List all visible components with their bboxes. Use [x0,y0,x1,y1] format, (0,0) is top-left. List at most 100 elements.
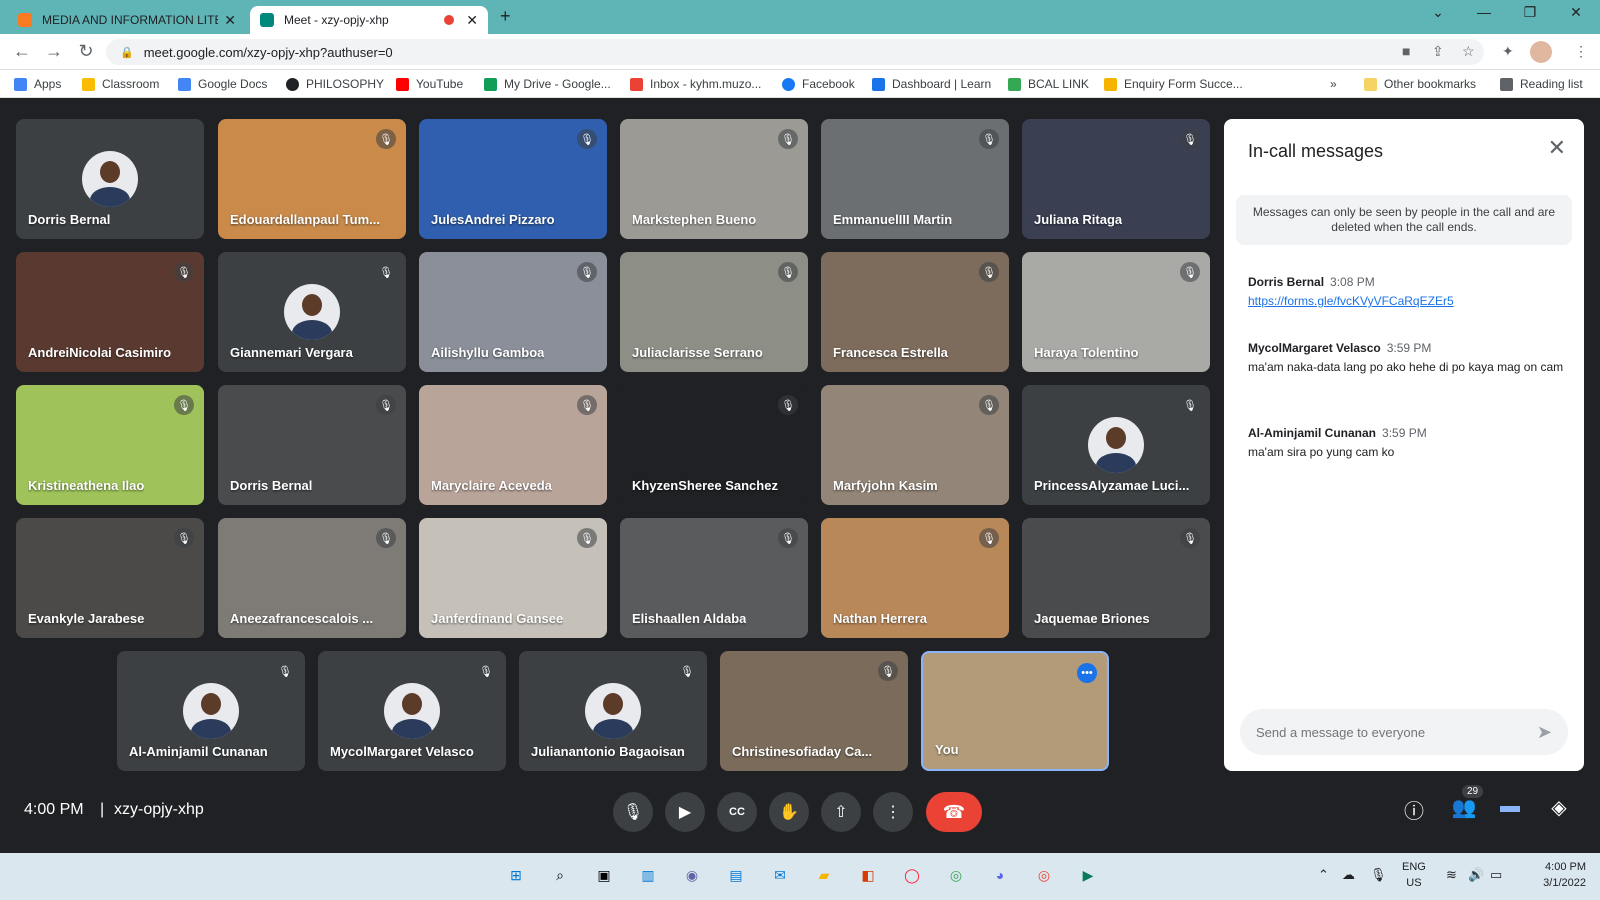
participant-tile[interactable]: 🎙 Janferdinand Gansee [419,518,607,638]
message-link[interactable]: https://forms.gle/fvcKVyVFCaRqEZEr5 [1248,294,1454,308]
reload-icon[interactable]: ↻ [74,41,98,62]
extensions-icon[interactable]: ✦ [1502,43,1514,60]
leave-call-button[interactable]: ☎ [926,792,982,832]
captions-button[interactable]: CC [717,792,757,832]
language-indicator[interactable]: ENG US [1402,859,1426,891]
start-windows-icon[interactable]: ⊞ [504,863,528,887]
raise-hand-button[interactable]: ✋ [769,792,809,832]
tab-meet[interactable]: Meet - xzy-opjy-xhp ✕ [250,6,488,34]
participant-tile[interactable]: 🎙 Juliaclarisse Serrano [620,252,808,372]
tab-media-literacy[interactable]: MEDIA AND INFORMATION LITER ✕ [8,6,246,34]
participant-tile[interactable]: 🎙 AndreiNicolai Casimiro [16,252,204,372]
participant-tile[interactable]: 🎙 Evankyle Jarabese [16,518,204,638]
teams-chat-icon[interactable]: ◉ [680,863,704,887]
present-button[interactable]: ⇧ [821,792,861,832]
office-icon[interactable]: ◧ [856,863,880,887]
task-view-icon[interactable]: ▣ [592,863,616,887]
opera-icon[interactable]: ◯ [900,863,924,887]
participant-tile[interactable]: 🎙 Dorris Bernal [218,385,406,505]
bookmark-bcal-link[interactable]: BCAL LINK [1008,77,1089,91]
system-clock[interactable]: 4:00 PM 3/1/2022 [1543,859,1586,891]
participant-tile[interactable]: 🎙 Maryclaire Aceveda [419,385,607,505]
bookmark-other[interactable]: Other bookmarks [1364,77,1476,91]
more-bookmarks-chevron-icon[interactable]: » [1330,77,1337,91]
bookmark-facebook[interactable]: Facebook [782,77,855,91]
bookmark-philosophy[interactable]: PHILOSOPHY [286,77,384,91]
participant-tile[interactable]: 🎙 Haraya Tolentino [1022,252,1210,372]
participant-tile[interactable]: 🎙 EmmanuelIII Martin [821,119,1009,239]
more-options-icon[interactable]: ••• [1077,663,1097,683]
search-icon[interactable]: ⌕ [548,863,572,887]
participant-tile[interactable]: 🎙 Christinesofiaday Ca... [720,651,908,771]
forward-arrow-icon[interactable]: → [42,41,66,62]
volume-icon[interactable]: 🔊 [1468,867,1484,883]
chrome-icon[interactable]: ◎ [944,863,968,887]
wifi-icon[interactable]: ≋ [1446,867,1457,883]
participant-tile[interactable]: 🎙 Markstephen Bueno [620,119,808,239]
participant-tile[interactable]: 🎙 Juliana Ritaga [1022,119,1210,239]
camera-in-use-icon[interactable]: ■ [1402,43,1410,59]
profile-avatar[interactable] [1530,41,1552,63]
store-icon[interactable]: ▤ [724,863,748,887]
reading-list[interactable]: Reading list [1500,77,1583,91]
onedrive-icon[interactable]: ☁ [1342,867,1355,883]
microphone-button[interactable]: 🎙 [613,792,653,832]
url-field[interactable]: 🔒 meet.google.com/xzy-opjy-xhp?authuser=… [106,39,1484,65]
back-arrow-icon[interactable]: ← [10,41,34,62]
participant-tile[interactable]: 🎙 Francesca Estrella [821,252,1009,372]
participant-tile[interactable]: 🎙 Aneezafrancescalois ... [218,518,406,638]
participant-tile[interactable]: 🎙 Elishaallen Aldaba [620,518,808,638]
terminal-icon[interactable]: ▶ [1076,863,1100,887]
bookmark-my-drive[interactable]: My Drive - Google... [484,77,611,91]
close-panel-icon[interactable]: ✕ [1548,135,1566,161]
bookmark-enquiry-form[interactable]: Enquiry Form Succe... [1104,77,1243,91]
menu-dots-icon[interactable]: ⋮ [1574,43,1588,60]
share-icon[interactable]: ⇪ [1432,43,1444,60]
bookmark-star-icon[interactable]: ☆ [1462,43,1475,60]
minimize-button[interactable]: — [1464,4,1504,20]
bookmark-google-docs[interactable]: Google Docs [178,77,267,91]
mail-icon[interactable]: ✉ [768,863,792,887]
participant-tile[interactable]: 🎙 Kristineathena Ilao [16,385,204,505]
participant-tile[interactable]: 🎙 JulesAndrei Pizzaro [419,119,607,239]
tray-chevron-icon[interactable]: ⌃ [1318,867,1329,883]
widgets-icon[interactable]: ▥ [636,863,660,887]
battery-icon[interactable]: ▭ [1490,867,1502,883]
participant-tile[interactable]: Dorris Bernal [16,119,204,239]
participant-tile[interactable]: 🎙 MycolMargaret Velasco [318,651,506,771]
tab-search-icon[interactable]: ⌄ [1418,4,1458,21]
participant-tile[interactable]: 🎙 Edouardallanpaul Tum... [218,119,406,239]
maximize-button[interactable]: ❐ [1510,4,1550,21]
participant-tile[interactable]: 🎙 Julianantonio Bagaoisan [519,651,707,771]
participant-tile[interactable]: 🎙 Marfyjohn Kasim [821,385,1009,505]
bookmark-youtube[interactable]: YouTube [396,77,463,91]
send-icon[interactable]: ➤ [1537,722,1552,743]
file-explorer-icon[interactable]: ▰ [812,863,836,887]
participant-tile[interactable]: 🎙 Ailishyllu Gamboa [419,252,607,372]
bookmark-classroom[interactable]: Classroom [82,77,159,91]
activities-icon[interactable]: ◈ [1545,795,1573,820]
participant-tile[interactable]: 🎙 PrincessAlyzamae Luci... [1022,385,1210,505]
bookmark-dashboard[interactable]: Dashboard | Learn [872,77,991,91]
chat-message-input[interactable] [1256,724,1537,740]
participant-tile[interactable]: 🎙 KhyzenSheree Sanchez [620,385,808,505]
new-tab-button[interactable]: + [500,6,511,27]
meeting-details-icon[interactable]: ⓘ [1400,795,1428,824]
close-tab-icon[interactable]: ✕ [466,12,478,29]
close-tab-icon[interactable]: ✕ [224,12,236,29]
close-window-button[interactable]: ✕ [1556,4,1596,21]
participant-tile[interactable]: 🎙 Al-Aminjamil Cunanan [117,651,305,771]
microphone-tray-icon[interactable]: 🎙 [1370,867,1387,883]
participant-tile[interactable]: ••• You [921,651,1109,771]
camera-button[interactable]: ▶ [665,792,705,832]
participant-tile[interactable]: 🎙 Jaquemae Briones [1022,518,1210,638]
bookmark-apps[interactable]: Apps [14,77,61,91]
participant-tile[interactable]: 🎙 Giannemari Vergara [218,252,406,372]
participant-tile[interactable]: 🎙 Nathan Herrera [821,518,1009,638]
more-options-button[interactable]: ⋮ [873,792,913,832]
discord-icon[interactable]: ◕ [988,863,1012,887]
chrome-profile-icon[interactable]: ◎ [1032,863,1056,887]
people-icon[interactable]: 👥 [1450,795,1478,820]
chat-icon[interactable]: ▬ [1496,795,1524,818]
bookmark-inbox[interactable]: Inbox - kyhm.muzo... [630,77,761,91]
